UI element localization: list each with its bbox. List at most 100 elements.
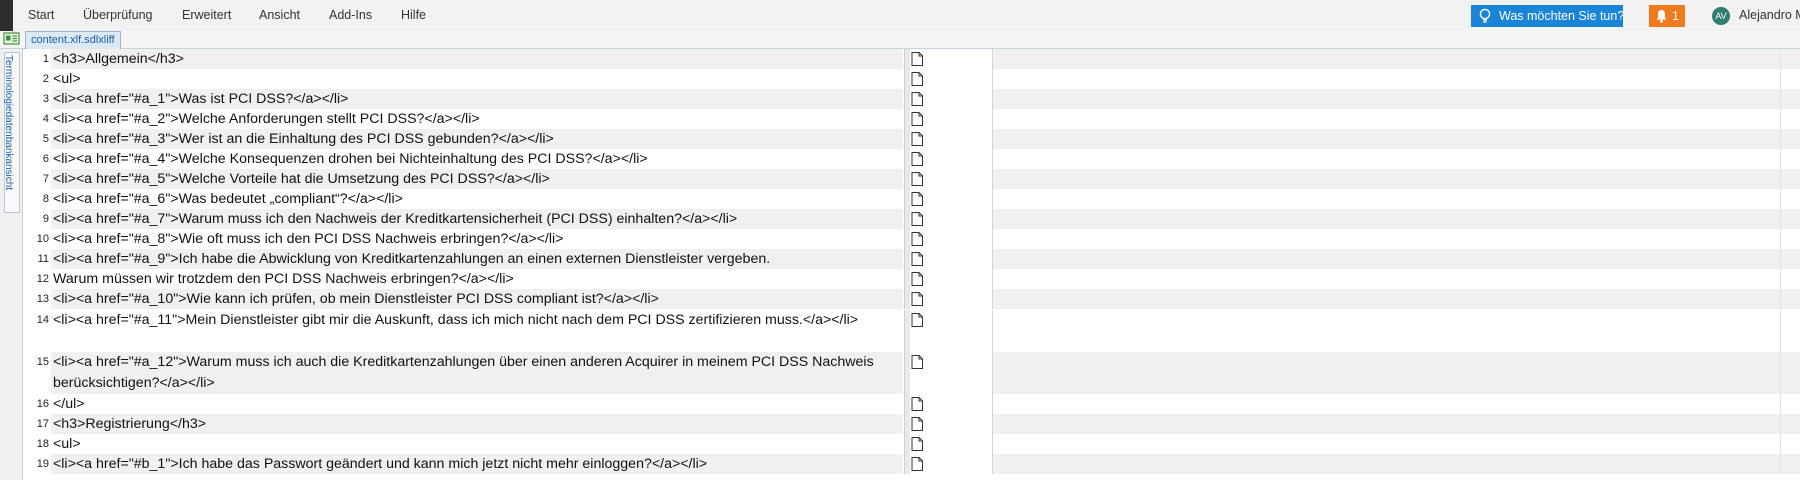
target-segment[interactable] [992, 229, 1800, 249]
target-segment[interactable] [992, 89, 1800, 109]
target-segment[interactable] [992, 69, 1800, 89]
target-segment[interactable] [992, 352, 1800, 394]
target-segment[interactable] [992, 149, 1800, 169]
segment-status-column [904, 129, 910, 149]
termbase-view-tab[interactable]: Terminologiedatenbankansicht [3, 52, 20, 213]
segment-number: 2 [42, 73, 49, 85]
source-segment[interactable]: <h3>Allgemein</h3> [51, 49, 903, 69]
source-segment[interactable]: <ul> [51, 69, 903, 89]
document-icon [911, 272, 923, 286]
menu-grip [0, 0, 13, 31]
segment-row[interactable]: 4 <li><a href="#a_2">Welche Anforderungen… [24, 109, 1800, 129]
target-segment[interactable] [992, 289, 1800, 309]
source-segment[interactable]: <li><a href="#a_10">Wie kann ich prüfen,… [51, 289, 903, 309]
target-segment[interactable] [992, 434, 1800, 454]
menu-add-ins[interactable]: Add-Ins [329, 0, 372, 31]
source-segment[interactable]: <li><a href="#a_3">Wer ist an die Einhal… [51, 129, 903, 149]
segment-row[interactable]: 9 <li><a href="#a_7">Warum muss ich den N… [24, 209, 1800, 229]
tell-me-label: Was möchten Sie tun? [1499, 9, 1625, 23]
segment-row[interactable]: 3 <li><a href="#a_1">Was ist PCI DSS?</a>… [24, 89, 1800, 109]
target-segment[interactable] [992, 414, 1800, 434]
tab-document[interactable]: content.xlf.sdlxliff [25, 31, 121, 49]
target-segment[interactable] [992, 209, 1800, 229]
source-segment[interactable]: <li><a href="#a_9">Ich habe die Abwicklu… [51, 249, 903, 269]
source-segment[interactable]: <li><a href="#b_1">Ich habe das Passwort… [51, 454, 903, 474]
document-icon [911, 457, 923, 471]
avatar[interactable]: AV [1712, 7, 1730, 25]
segment-row[interactable]: 13 <li><a href="#a_10">Wie kann ich prüfe… [24, 289, 1800, 309]
target-segment[interactable] [992, 129, 1800, 149]
target-segment-end [1780, 209, 1800, 229]
bell-icon [1656, 10, 1667, 23]
source-segment[interactable]: <h3>Registrierung</h3> [51, 414, 903, 434]
menu-start[interactable]: Start [28, 0, 54, 31]
target-segment[interactable] [992, 454, 1800, 474]
segment-row[interactable]: 10 <li><a href="#a_8">Wie oft muss ich de… [24, 229, 1800, 249]
notifications-button[interactable]: 1 [1649, 5, 1685, 27]
target-segment-end [1780, 109, 1800, 129]
segment-row[interactable]: 2 <ul> [24, 69, 1800, 89]
menu-ansicht[interactable]: Ansicht [259, 0, 300, 31]
segment-row[interactable]: 18 <ul> [24, 434, 1800, 454]
termbase-view-label: Terminologiedatenbankansicht [3, 55, 14, 191]
target-segment-end [1780, 249, 1800, 269]
segment-row[interactable]: 11 <li><a href="#a_9">Ich habe die Abwick… [24, 249, 1800, 269]
source-segment[interactable]: <li><a href="#a_4">Welche Konsequenzen d… [51, 149, 903, 169]
target-segment[interactable] [992, 269, 1800, 289]
segment-row[interactable]: 17 <h3>Registrierung</h3> [24, 414, 1800, 434]
segment-row[interactable]: 15 <li><a href="#a_12">Warum muss ich auc… [24, 352, 1800, 394]
target-segment-end [1780, 169, 1800, 189]
document-icon [911, 417, 923, 431]
source-segment[interactable]: </ul> [51, 394, 903, 414]
segment-status-column [904, 394, 910, 414]
source-segment[interactable]: <li><a href="#a_6">Was bedeutet „complia… [51, 189, 903, 209]
source-segment[interactable]: <li><a href="#a_7">Warum muss ich den Na… [51, 209, 903, 229]
target-segment[interactable] [992, 394, 1800, 414]
segment-row[interactable]: 16 </ul> [24, 394, 1800, 414]
segment-number: 10 [36, 233, 49, 245]
target-segment-end [1780, 189, 1800, 209]
segment-row[interactable]: 14 <li><a href="#a_11">Mein Dienstleister… [24, 310, 1800, 352]
source-segment[interactable]: <li><a href="#a_12">Warum muss ich auch … [51, 352, 903, 394]
segment-row[interactable]: 8 <li><a href="#a_6">Was bedeutet „compli… [24, 189, 1800, 209]
segment-number: 8 [42, 193, 49, 205]
document-icon [911, 232, 923, 246]
target-segment-end [1780, 454, 1800, 474]
tell-me-search[interactable]: Was möchten Sie tun? [1471, 5, 1625, 27]
segment-number: 1 [42, 53, 49, 65]
segment-row[interactable]: 5 <li><a href="#a_3">Wer ist an die Einha… [24, 129, 1800, 149]
source-segment[interactable]: <li><a href="#a_1">Was ist PCI DSS?</a><… [51, 89, 903, 109]
document-icon [911, 313, 923, 327]
target-segment-end [1780, 69, 1800, 89]
target-segment[interactable] [992, 310, 1800, 352]
target-segment[interactable] [992, 109, 1800, 129]
target-segment[interactable] [992, 49, 1800, 69]
source-segment[interactable]: <li><a href="#a_2">Welche Anforderungen … [51, 109, 903, 129]
target-segment[interactable] [992, 189, 1800, 209]
target-segment[interactable] [992, 169, 1800, 189]
segment-row[interactable]: 12 Warum müssen wir trotzdem den PCI DSS … [24, 269, 1800, 289]
segment-number: 13 [36, 293, 49, 305]
termbase-toggle-icon[interactable] [3, 32, 21, 46]
source-segment[interactable]: Warum müssen wir trotzdem den PCI DSS Na… [51, 269, 903, 289]
target-segment[interactable] [992, 249, 1800, 269]
document-icon [911, 192, 923, 206]
menu-hilfe[interactable]: Hilfe [401, 0, 426, 31]
user-name[interactable]: Alejandro M [1739, 0, 1800, 31]
segment-number: 3 [42, 93, 49, 105]
source-segment[interactable]: <li><a href="#a_5">Welche Vorteile hat d… [51, 169, 903, 189]
segment-row[interactable]: 1 <h3>Allgemein</h3> [24, 49, 1800, 69]
segment-row[interactable]: 7 <li><a href="#a_5">Welche Vorteile hat … [24, 169, 1800, 189]
segment-number: 5 [42, 133, 49, 145]
source-segment[interactable]: <ul> [51, 434, 903, 454]
segment-status-column [904, 289, 910, 309]
source-segment[interactable]: <li><a href="#a_8">Wie oft muss ich den … [51, 229, 903, 249]
document-icon [911, 397, 923, 411]
source-segment[interactable]: <li><a href="#a_11">Mein Dienstleister g… [51, 310, 903, 352]
segment-row[interactable]: 6 <li><a href="#a_4">Welche Konsequenzen … [24, 149, 1800, 169]
menu-ueberpruefung[interactable]: Überprüfung [83, 0, 153, 31]
menu-erweitert[interactable]: Erweitert [182, 0, 231, 31]
segment-row[interactable]: 19 <li><a href="#b_1">Ich habe das Passwo… [24, 454, 1800, 474]
document-icon [911, 52, 923, 66]
segment-number: 7 [42, 173, 49, 185]
